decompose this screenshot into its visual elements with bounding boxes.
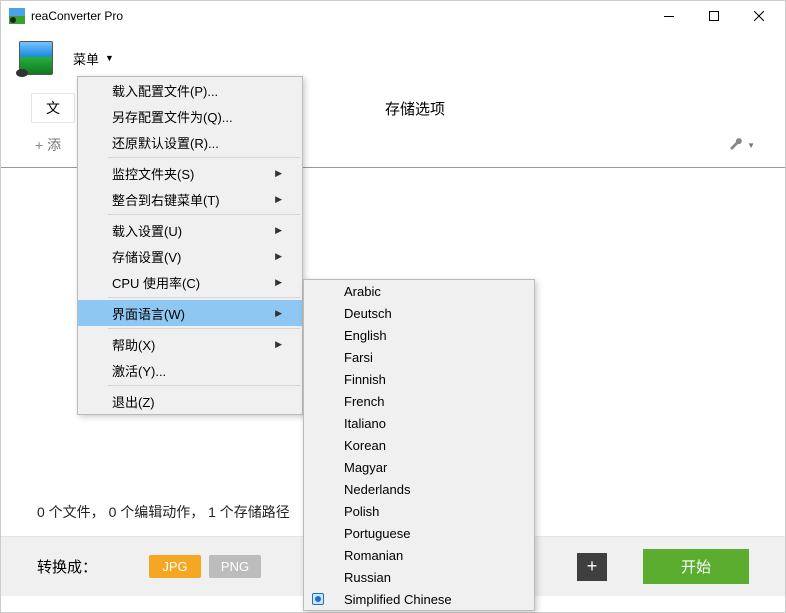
tab-files[interactable]: 文 — [31, 93, 75, 123]
menu-separator — [108, 297, 300, 298]
menu-item[interactable]: 整合到右键菜单(T) ▶ — [78, 186, 302, 212]
menu-item[interactable]: CPU 使用率(C) ▶ — [78, 269, 302, 295]
plus-icon: + — [35, 137, 47, 153]
menu-item[interactable]: 退出(Z) — [78, 388, 302, 414]
language-item[interactable]: French — [304, 390, 534, 412]
menu-item-label: 另存配置文件为(Q)... — [112, 107, 233, 126]
menu-item-label: 载入配置文件(P)... — [112, 81, 218, 100]
main-menu-dropdown: 载入配置文件(P)... 另存配置文件为(Q)... 还原默认设置(R)... 监控文… — [77, 76, 303, 415]
format-chip-jpg[interactable]: JPG — [149, 555, 201, 578]
menu-item[interactable]: 载入配置文件(P)... — [78, 77, 302, 103]
checked-icon — [312, 593, 324, 605]
language-label: Deutsch — [344, 306, 392, 321]
menu-separator — [108, 385, 300, 386]
language-item[interactable]: Simplified Chinese — [304, 588, 534, 610]
language-label: French — [344, 394, 384, 409]
toolbar: 菜单 ▼ — [1, 31, 785, 79]
menu-button[interactable]: 菜单 ▼ — [67, 45, 120, 72]
menu-item-label: 激活(Y)... — [112, 361, 166, 380]
submenu-arrow-icon: ▶ — [275, 194, 282, 205]
language-item[interactable]: Romanian — [304, 544, 534, 566]
menu-item-label: 退出(Z) — [112, 392, 155, 411]
language-label: English — [344, 328, 387, 343]
menu-item[interactable]: 存储设置(V) ▶ — [78, 243, 302, 269]
close-button[interactable] — [736, 2, 781, 30]
language-label: Portuguese — [344, 526, 411, 541]
language-item[interactable]: Korean — [304, 434, 534, 456]
window-title: reaConverter Pro — [31, 9, 123, 23]
format-chip-png[interactable]: PNG — [209, 555, 261, 578]
language-label: Italiano — [344, 416, 386, 431]
menu-separator — [108, 214, 300, 215]
language-label: Farsi — [344, 350, 373, 365]
language-item[interactable]: Arabic — [304, 280, 534, 302]
language-label: Korean — [344, 438, 386, 453]
language-label: Magyar — [344, 460, 387, 475]
convert-to-label: 转换成： — [37, 556, 97, 577]
menu-item[interactable]: 帮助(X) ▶ — [78, 331, 302, 357]
language-item[interactable]: Russian — [304, 566, 534, 588]
language-label: Finnish — [344, 372, 386, 387]
submenu-arrow-icon: ▶ — [275, 339, 282, 350]
dropdown-caret-icon: ▼ — [747, 141, 755, 150]
wrench-icon — [730, 138, 744, 152]
submenu-arrow-icon: ▶ — [275, 277, 282, 288]
menu-item[interactable]: 激活(Y)... — [78, 357, 302, 383]
menu-item-label: 界面语言(W) — [112, 304, 185, 323]
app-logo — [19, 41, 53, 75]
language-item[interactable]: Portuguese — [304, 522, 534, 544]
menu-item-label: 载入设置(U) — [112, 221, 182, 240]
language-item[interactable]: Polish — [304, 500, 534, 522]
submenu-arrow-icon: ▶ — [275, 308, 282, 319]
menu-item[interactable]: 界面语言(W) ▶ — [78, 300, 302, 326]
language-item[interactable]: Deutsch — [304, 302, 534, 324]
language-label: Russian — [344, 570, 391, 585]
menu-item[interactable]: 另存配置文件为(Q)... — [78, 103, 302, 129]
add-files-button[interactable]: + 添 — [31, 133, 65, 157]
language-item[interactable]: Finnish — [304, 368, 534, 390]
submenu-arrow-icon: ▶ — [275, 168, 282, 179]
language-item[interactable]: Farsi — [304, 346, 534, 368]
minimize-button[interactable] — [646, 2, 691, 30]
language-label: Polish — [344, 504, 379, 519]
language-item[interactable]: Italiano — [304, 412, 534, 434]
menu-item-label: 监控文件夹(S) — [112, 164, 194, 183]
language-item[interactable]: Magyar — [304, 456, 534, 478]
language-item[interactable]: Nederlands — [304, 478, 534, 500]
add-format-button[interactable]: + — [577, 553, 607, 581]
maximize-button[interactable] — [691, 2, 736, 30]
language-submenu: Arabic Deutsch English Farsi Finnish French It… — [303, 279, 535, 611]
settings-gear-button[interactable]: ▼ — [730, 138, 755, 152]
menu-separator — [108, 157, 300, 158]
language-label: Romanian — [344, 548, 403, 563]
menu-item[interactable]: 载入设置(U) ▶ — [78, 217, 302, 243]
language-label: Simplified Chinese — [344, 592, 452, 607]
app-icon — [9, 8, 25, 24]
window-buttons — [646, 2, 781, 30]
language-item[interactable]: English — [304, 324, 534, 346]
menu-item-label: 还原默认设置(R)... — [112, 133, 219, 152]
language-label: Arabic — [344, 284, 381, 299]
menu-item[interactable]: 监控文件夹(S) ▶ — [78, 160, 302, 186]
menu-item-label: 整合到右键菜单(T) — [112, 190, 220, 209]
menu-item-label: 存储设置(V) — [112, 247, 181, 266]
menu-separator — [108, 328, 300, 329]
submenu-arrow-icon: ▶ — [275, 225, 282, 236]
menu-item-label: 帮助(X) — [112, 335, 155, 354]
titlebar: reaConverter Pro — [1, 1, 785, 31]
submenu-arrow-icon: ▶ — [275, 251, 282, 262]
menu-item[interactable]: 还原默认设置(R)... — [78, 129, 302, 155]
language-label: Nederlands — [344, 482, 411, 497]
menu-item-label: CPU 使用率(C) — [112, 273, 200, 292]
menu-button-label: 菜单 — [73, 49, 99, 68]
start-button[interactable]: 开始 — [643, 549, 749, 584]
dropdown-caret-icon: ▼ — [105, 53, 114, 63]
